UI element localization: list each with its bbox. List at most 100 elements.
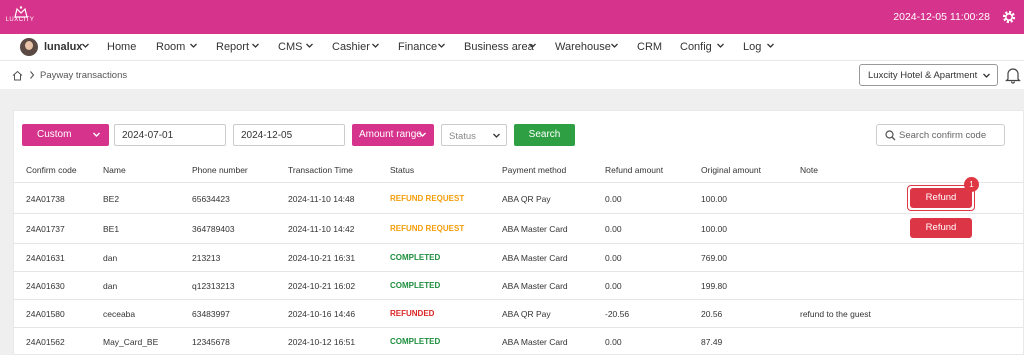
hotel-select[interactable]: Luxcity Hotel & Apartment <box>859 64 998 86</box>
menu-config[interactable]: Config <box>680 41 712 53</box>
column-header-phone: Phone number <box>192 165 248 175</box>
cell-name: dan <box>103 253 118 263</box>
column-header-name: Name <box>103 165 126 175</box>
home-icon[interactable] <box>12 70 23 81</box>
column-header-note: Note <box>800 165 818 175</box>
cell-original-amount: 199.80 <box>701 281 727 291</box>
cell-payment-method: ABA Master Card <box>502 337 568 347</box>
cell-time: 2024-10-21 16:02 <box>288 281 356 291</box>
from-date-input[interactable] <box>114 124 226 146</box>
period-value: Custom <box>37 129 72 140</box>
breadcrumb-current: Payway transactions <box>40 70 128 81</box>
menu-warehouse[interactable]: Warehouse <box>555 41 611 53</box>
confirm-code-search-input[interactable] <box>899 128 1001 142</box>
menu-business-area[interactable]: Business area <box>464 41 534 53</box>
cell-payment-method: ABA QR Pay <box>502 194 551 204</box>
status-badge: COMPLETED <box>390 253 441 262</box>
cell-note: refund to the guest <box>800 309 871 319</box>
cell-phone: 63483997 <box>192 309 230 319</box>
current-datetime: 2024-12-05 11:00:28 <box>893 11 990 23</box>
menu-cms[interactable]: CMS <box>278 41 302 53</box>
cell-refund-amount: -20.56 <box>605 309 630 319</box>
chevron-down-icon <box>419 132 426 137</box>
cell-phone: 213213 <box>192 253 221 263</box>
cell-confirm-code: 24A01738 <box>26 194 65 204</box>
chevron-down-icon[interactable] <box>305 41 314 50</box>
breadcrumb: Payway transactions Luxcity Hotel & Apar… <box>0 60 1024 89</box>
menu-home[interactable]: Home <box>107 41 136 53</box>
column-header-time: Transaction Time <box>288 165 353 175</box>
cell-time: 2024-11-10 14:48 <box>288 194 355 204</box>
confirm-code-search[interactable] <box>876 124 1005 146</box>
main-menu: lunalux Home Room Report CMS Cashier Fin… <box>0 34 1024 60</box>
cell-confirm-code: 24A01562 <box>26 337 65 347</box>
chevron-down-icon <box>493 133 500 138</box>
to-date-input[interactable] <box>233 124 345 146</box>
cell-phone: q12313213 <box>192 281 235 291</box>
cell-name: dan <box>103 281 118 291</box>
chevron-down-icon[interactable] <box>766 41 775 50</box>
row-divider <box>14 182 1023 183</box>
menu-log[interactable]: Log <box>743 41 761 53</box>
search-button[interactable]: Search <box>514 124 575 146</box>
cell-refund-amount: 0.00 <box>605 194 622 204</box>
cell-confirm-code: 24A01630 <box>26 281 65 291</box>
chevron-down-icon[interactable] <box>371 41 380 50</box>
column-header-status: Status <box>390 165 415 175</box>
status-badge: REFUNDED <box>390 309 435 318</box>
chevron-down-icon[interactable] <box>716 41 725 50</box>
avatar[interactable] <box>20 38 38 56</box>
cell-original-amount: 100.00 <box>701 224 727 234</box>
cell-refund-amount: 0.00 <box>605 281 622 291</box>
search-icon <box>885 130 896 141</box>
chevron-right-icon <box>30 71 35 79</box>
bell-icon[interactable] <box>1005 66 1021 84</box>
status-select[interactable]: Status <box>441 124 507 146</box>
column-header-confirm-code: Confirm code <box>26 165 77 175</box>
cell-refund-amount: 0.00 <box>605 337 622 347</box>
cell-original-amount: 769.00 <box>701 253 727 263</box>
cell-phone: 364789403 <box>192 224 235 234</box>
cell-payment-method: ABA QR Pay <box>502 309 551 319</box>
menu-crm[interactable]: CRM <box>637 41 662 53</box>
cell-time: 2024-10-16 14:46 <box>288 309 356 319</box>
menu-report[interactable]: Report <box>216 41 249 53</box>
cell-confirm-code: 24A01580 <box>26 309 65 319</box>
refund-button[interactable]: Refund <box>910 218 972 238</box>
chevron-down-icon <box>983 73 990 78</box>
menu-cashier[interactable]: Cashier <box>332 41 370 53</box>
status-badge: COMPLETED <box>390 281 441 290</box>
cell-original-amount: 100.00 <box>701 194 727 204</box>
logo-text: LUXCITY <box>5 17 35 23</box>
refund-button[interactable]: Refund <box>910 188 972 208</box>
cell-refund-amount: 0.00 <box>605 253 622 263</box>
chevron-down-icon[interactable] <box>610 41 619 50</box>
user-menu[interactable]: lunalux <box>44 41 83 53</box>
cell-time: 2024-10-21 16:31 <box>288 253 356 263</box>
status-select-placeholder: Status <box>449 131 476 142</box>
cell-confirm-code: 24A01631 <box>26 253 65 263</box>
amount-range-label: Amount range <box>359 129 422 140</box>
chevron-down-icon[interactable] <box>81 41 90 50</box>
column-header-payment-method: Payment method <box>502 165 567 175</box>
cell-original-amount: 20.56 <box>701 309 723 319</box>
column-header-refund-amount: Refund amount <box>605 165 664 175</box>
cell-phone: 12345678 <box>192 337 230 347</box>
hotel-select-value: Luxcity Hotel & Apartment <box>868 70 978 81</box>
row-divider <box>14 213 1023 214</box>
chevron-down-icon[interactable] <box>528 41 537 50</box>
cell-name: BE1 <box>103 224 120 234</box>
amount-range-dropdown[interactable]: Amount range <box>352 124 434 146</box>
period-dropdown[interactable]: Custom <box>22 124 109 146</box>
cell-phone: 65634423 <box>192 194 230 204</box>
status-badge: COMPLETED <box>390 337 441 346</box>
row-divider <box>14 243 1023 244</box>
gear-icon[interactable] <box>1001 9 1017 25</box>
chevron-down-icon[interactable] <box>437 41 446 50</box>
menu-finance[interactable]: Finance <box>398 41 437 53</box>
top-bar: LUXCITY 2024-12-05 11:00:28 <box>0 0 1024 34</box>
chevron-down-icon[interactable] <box>189 41 198 50</box>
menu-room[interactable]: Room <box>156 41 185 53</box>
chevron-down-icon[interactable] <box>251 41 260 50</box>
annotation-badge: 1 <box>964 177 979 192</box>
